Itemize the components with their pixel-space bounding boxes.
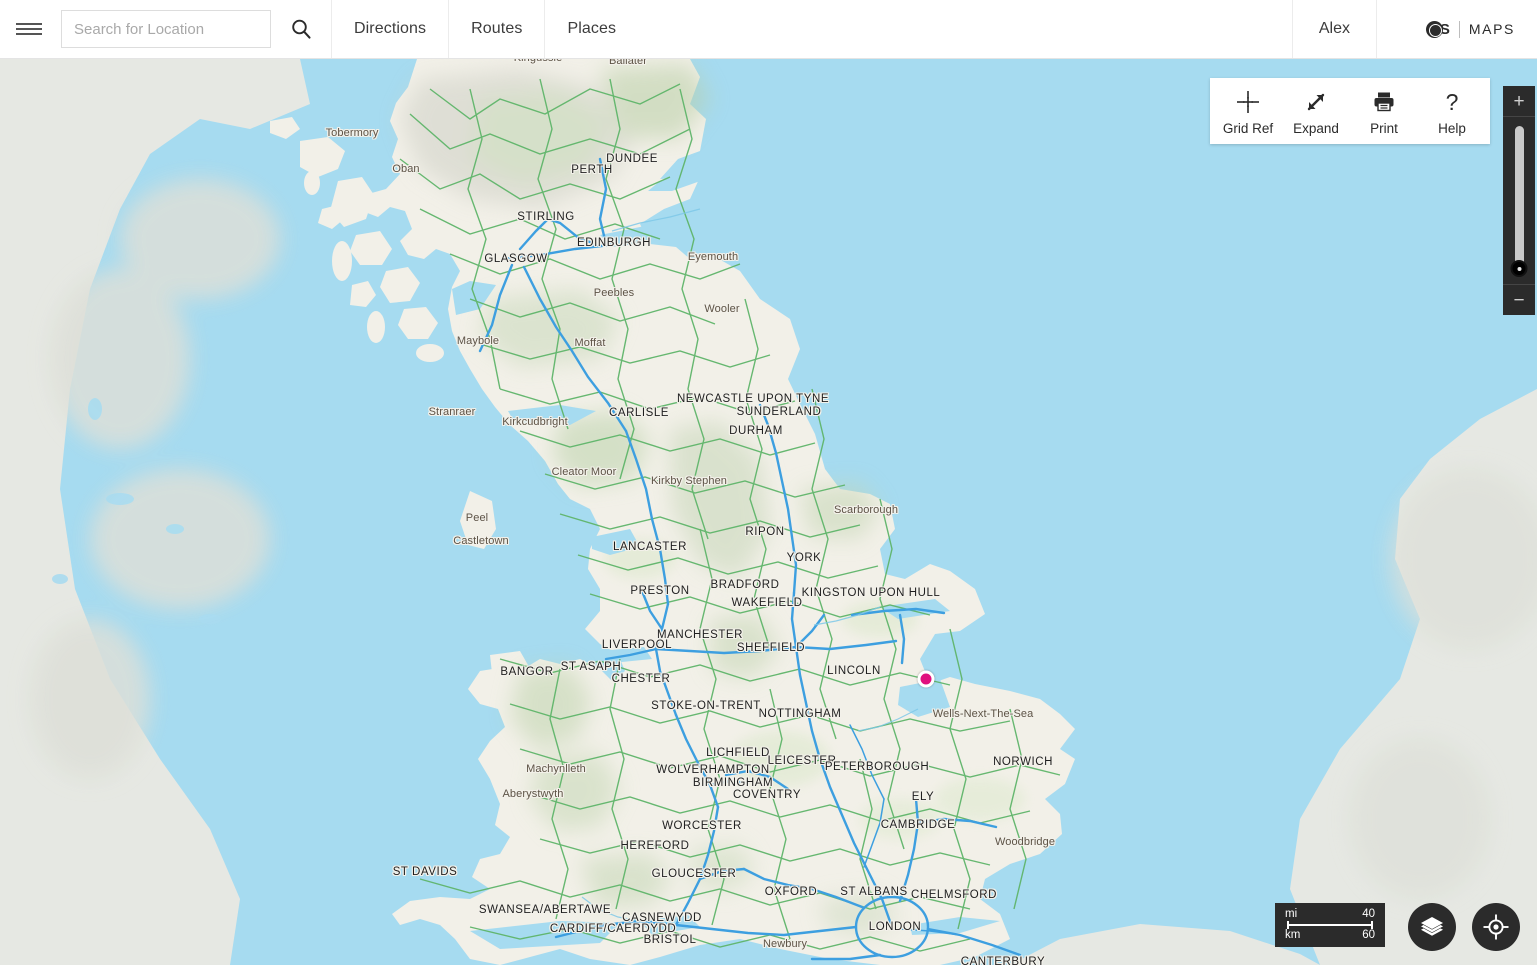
map-graphics: [0, 59, 1537, 965]
zoom-track-bar: [1514, 125, 1524, 276]
os-logo-icon: [1425, 20, 1443, 38]
zoom-slider-handle[interactable]: [1510, 260, 1528, 277]
help-button[interactable]: ? Help: [1418, 87, 1486, 136]
scale-mi-label: mi: [1285, 908, 1298, 920]
tool-label: Grid Ref: [1222, 121, 1274, 136]
map-viewport[interactable]: KingussieBallaterTobermoryDUNDEEPERTHOba…: [0, 59, 1537, 965]
printer-icon: [1371, 87, 1397, 117]
zoom-in-button[interactable]: +: [1503, 86, 1535, 117]
search-button[interactable]: [271, 0, 331, 58]
brand-word: MAPS: [1468, 21, 1515, 37]
menu-bar: [16, 28, 42, 30]
zoom-out-button[interactable]: −: [1503, 284, 1535, 315]
os-maps-logo[interactable]: S MAPS: [1377, 0, 1537, 58]
nav-tab-label: Places: [567, 20, 617, 37]
zoom-slider-track[interactable]: [1503, 117, 1535, 284]
question-mark-icon: ?: [1439, 87, 1465, 117]
zoom-control: + −: [1503, 86, 1535, 315]
search-input[interactable]: [61, 10, 271, 48]
tool-label: Print: [1370, 121, 1398, 136]
nav-tab-directions[interactable]: Directions: [331, 0, 448, 58]
header-spacer: [638, 0, 1292, 58]
menu-bar: [16, 33, 42, 35]
tool-label: Help: [1438, 121, 1466, 136]
scale-miles-row: mi 40: [1285, 908, 1375, 921]
locate-target-icon: [1483, 914, 1509, 940]
scale-tick-left: [1287, 921, 1289, 929]
nav-tab-label: Routes: [471, 20, 523, 37]
layers-icon: [1421, 917, 1443, 936]
scale-km-value: 60: [1362, 929, 1375, 941]
hamburger-menu-icon[interactable]: [0, 0, 58, 58]
scale-km-label: km: [1285, 929, 1301, 941]
grid-ref-button[interactable]: Grid Ref: [1214, 87, 1282, 136]
main-nav: Directions Routes Places: [331, 0, 638, 58]
expand-arrows-icon: [1303, 87, 1329, 117]
search-icon: [292, 19, 311, 39]
logo-divider: [1458, 20, 1460, 38]
scale-mi-value: 40: [1362, 908, 1375, 920]
scale-bar: mi 40 km 60: [1275, 903, 1385, 947]
menu-bar: [16, 23, 42, 25]
scale-line-bar: [1287, 924, 1373, 926]
locate-button[interactable]: [1472, 903, 1520, 951]
layers-button[interactable]: [1408, 903, 1456, 951]
app-header: Directions Routes Places Alex S MAPS: [0, 0, 1537, 59]
user-name-label: Alex: [1318, 20, 1350, 37]
map-tools-panel: Grid Ref Expand Print ? Help: [1210, 78, 1490, 144]
scale-km-row: km 60: [1285, 929, 1375, 942]
tool-label: Expand: [1293, 121, 1339, 136]
print-button[interactable]: Print: [1350, 87, 1418, 136]
nav-tab-places[interactable]: Places: [544, 0, 638, 58]
scale-tick-right: [1371, 921, 1373, 929]
crosshair-icon: [1235, 87, 1261, 117]
nav-tab-routes[interactable]: Routes: [448, 0, 544, 58]
scale-line-graphic: [1287, 921, 1373, 929]
user-menu[interactable]: Alex: [1291, 0, 1377, 58]
svg-text:?: ?: [1446, 89, 1459, 115]
expand-button[interactable]: Expand: [1282, 87, 1350, 136]
search-area: [58, 0, 331, 58]
nav-tab-label: Directions: [354, 20, 427, 37]
location-marker[interactable]: [917, 670, 935, 688]
